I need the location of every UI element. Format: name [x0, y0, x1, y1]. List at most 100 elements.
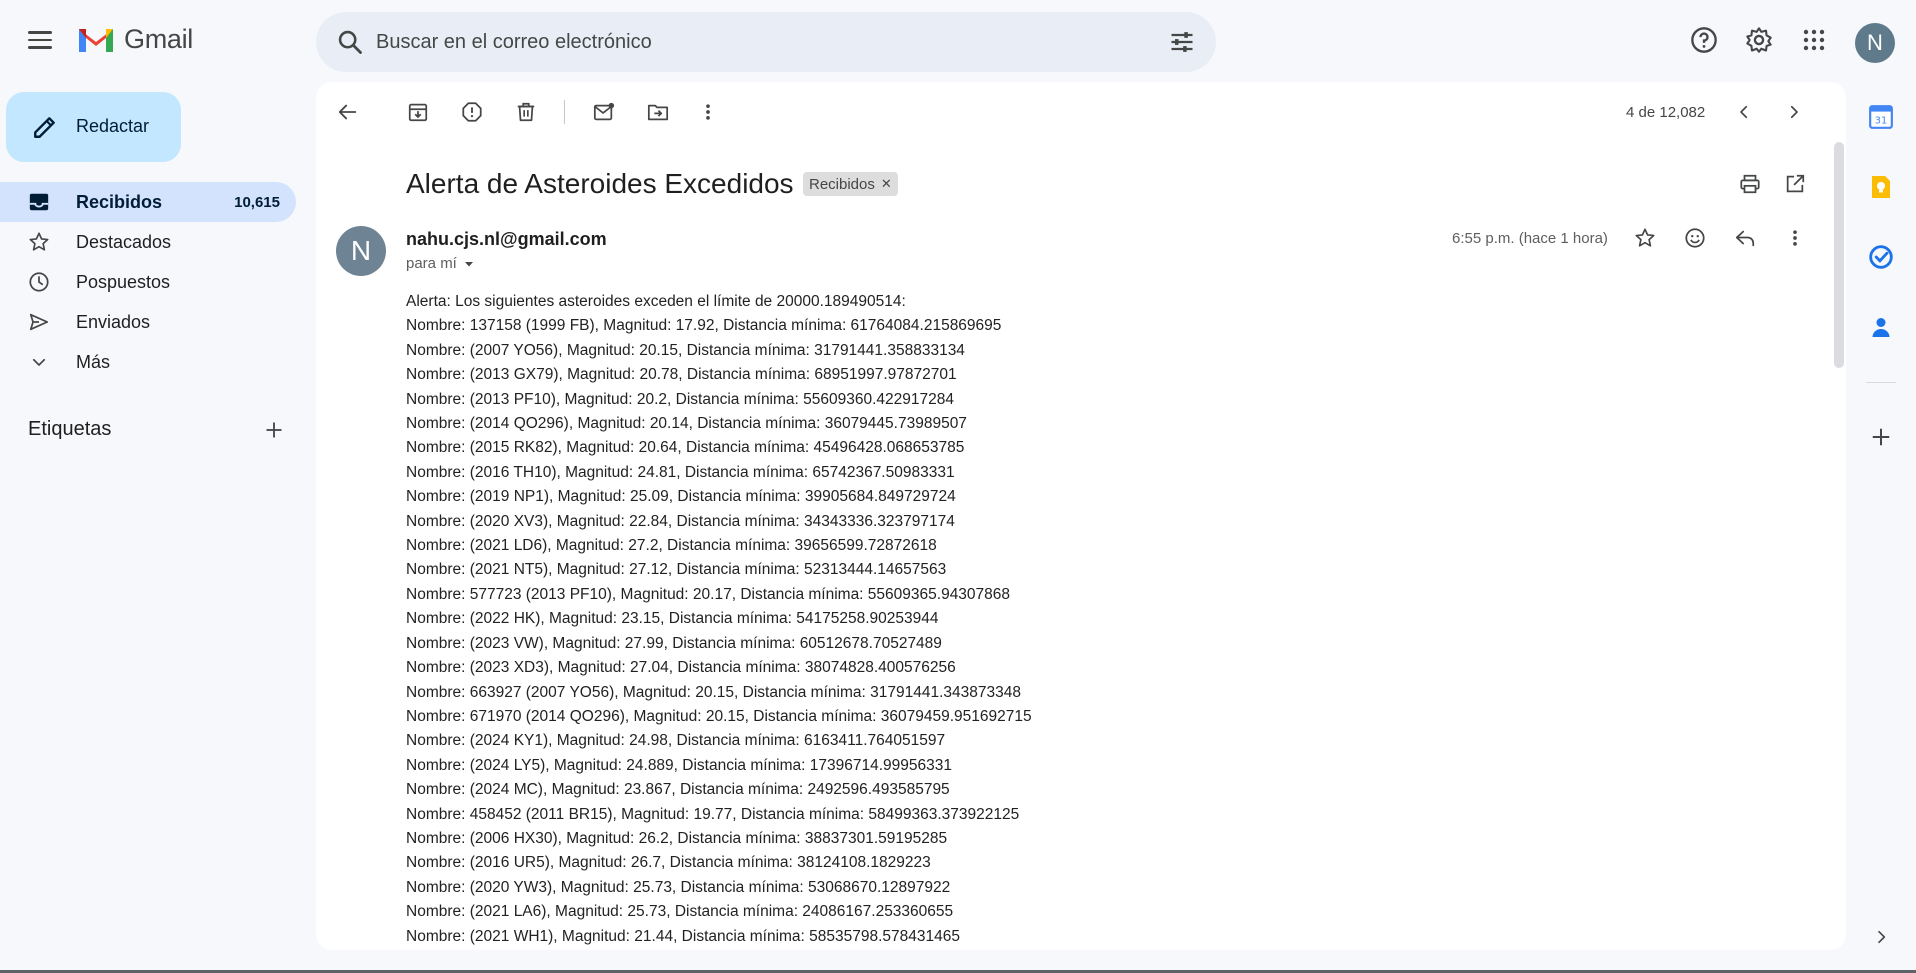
- expand-side-panel-chevron-icon[interactable]: [1866, 922, 1896, 952]
- pencil-icon: [34, 117, 55, 138]
- sidebar-item-more[interactable]: Más: [0, 342, 296, 382]
- asteroid-entry-line: Nombre: 577723 (2013 PF10), Magnitud: 20…: [406, 585, 1011, 603]
- send-icon: [28, 311, 50, 333]
- asteroid-entry-line: Nombre: (2014 QO296), Magnitud: 20.14, D…: [406, 415, 967, 433]
- emoji-reaction-icon[interactable]: [1677, 220, 1713, 256]
- asteroid-entry-line: Nombre: (2021 NT5), Magnitud: 27.12, Dis…: [406, 561, 947, 579]
- sidebar-item-inbox[interactable]: Recibidos 10,615: [0, 182, 296, 222]
- asteroid-entry-line: Nombre: (2020 YW3), Magnitud: 25.73, Dis…: [406, 878, 951, 896]
- open-new-window-icon[interactable]: [1777, 166, 1813, 202]
- main-menu-button[interactable]: [22, 22, 58, 58]
- email-subject: Alerta de Asteroides Excedidos: [406, 168, 794, 199]
- asteroid-entry-line: Nombre: (2021 WH1), Magnitud: 21.44, Dis…: [406, 927, 961, 945]
- apps-grid-icon[interactable]: [1796, 22, 1832, 58]
- asteroid-entry-line: Nombre: (2015 RK82), Magnitud: 20.64, Di…: [406, 439, 965, 457]
- archive-icon[interactable]: [400, 94, 436, 130]
- gmail-m-icon: [79, 28, 113, 52]
- asteroid-entry-line: Nombre: (2019 NP1), Magnitud: 25.09, Dis…: [406, 488, 956, 506]
- email-timestamp: 6:55 p.m. (hace 1 hora): [1452, 230, 1608, 247]
- chevron-down-icon: [28, 351, 50, 373]
- asteroid-entry-line: Nombre: (2021 LA6), Magnitud: 25.73, Dis…: [406, 903, 954, 921]
- contacts-icon[interactable]: [1866, 312, 1896, 342]
- search-options-icon[interactable]: [1168, 28, 1196, 56]
- add-label-icon[interactable]: [260, 416, 288, 444]
- search-bar[interactable]: [316, 12, 1216, 72]
- newer-chevron-left-icon[interactable]: [1726, 94, 1762, 130]
- compose-label: Redactar: [76, 116, 150, 136]
- recipient-label: para mí: [406, 255, 457, 272]
- settings-gear-icon[interactable]: [1741, 22, 1777, 58]
- search-icon[interactable]: [336, 28, 364, 56]
- message-more-options-icon[interactable]: [1777, 220, 1813, 256]
- asteroid-entry-line: Nombre: (2023 VW), Magnitud: 27.99, Dist…: [406, 634, 942, 652]
- sidebar-item-label: Destacados: [76, 232, 172, 252]
- asteroid-entry-line: Nombre: 663927 (2007 YO56), Magnitud: 20…: [406, 683, 1021, 701]
- calendar-icon[interactable]: 31: [1866, 102, 1896, 132]
- star-icon: [28, 231, 50, 253]
- message-view: 4 de 12,082 Alerta de Asteroides Excedid…: [316, 82, 1846, 950]
- print-icon[interactable]: [1732, 166, 1768, 202]
- menu-line: [28, 38, 52, 42]
- top-bar: Gmail N: [0, 0, 1916, 82]
- asteroid-entry-line: Nombre: (2016 UR5), Magnitud: 26.7, Dist…: [406, 854, 931, 872]
- older-chevron-right-icon[interactable]: [1776, 94, 1812, 130]
- label-chip-text: Recibidos: [809, 175, 875, 193]
- asteroid-entry-line: Nombre: 137158 (1999 FB), Magnitud: 17.9…: [406, 317, 1002, 335]
- star-message-icon[interactable]: [1627, 220, 1663, 256]
- labels-heading: Etiquetas: [28, 418, 112, 440]
- menu-line: [28, 46, 52, 49]
- asteroid-entry-line: Nombre: 458452 (2011 BR15), Magnitud: 19…: [406, 805, 1020, 823]
- compose-button[interactable]: Redactar: [6, 92, 181, 162]
- asteroid-entry-line: Nombre: (2013 GX79), Magnitud: 20.78, Di…: [406, 366, 957, 384]
- sender-email[interactable]: nahu.cjs.nl@gmail.com: [406, 229, 607, 250]
- asteroid-entry-line: Nombre: (2024 LY5), Magnitud: 24.889, Di…: [406, 756, 953, 774]
- account-avatar[interactable]: N: [1855, 23, 1895, 63]
- side-panel-divider: [1866, 382, 1896, 383]
- sidebar-item-label: Pospuestos: [76, 272, 171, 292]
- help-icon[interactable]: [1686, 22, 1722, 58]
- sidebar-item-label: Recibidos: [76, 192, 163, 212]
- inbox-icon: [28, 191, 50, 213]
- asteroid-entry-line: Nombre: (2013 PF10), Magnitud: 20.2, Dis…: [406, 390, 955, 408]
- caret-down-icon: [464, 261, 473, 266]
- toolbar-divider: [564, 100, 565, 124]
- search-input[interactable]: [376, 22, 1116, 62]
- asteroid-entry-line: Nombre: (2023 XD3), Magnitud: 27.04, Dis…: [406, 659, 956, 677]
- report-spam-icon[interactable]: [454, 94, 490, 130]
- back-arrow-icon[interactable]: [330, 94, 366, 130]
- reply-icon[interactable]: [1727, 220, 1763, 256]
- mark-unread-icon[interactable]: [586, 94, 622, 130]
- asteroid-entry-line: Nombre: (2020 XV3), Magnitud: 22.84, Dis…: [406, 512, 955, 530]
- sidebar-item-starred[interactable]: Destacados: [0, 222, 296, 262]
- sidebar-item-label: Más: [76, 352, 111, 372]
- gmail-logo[interactable]: Gmail: [76, 24, 193, 55]
- asteroid-entry-line: Nombre: (2007 YO56), Magnitud: 20.15, Di…: [406, 341, 965, 359]
- remove-label-icon[interactable]: ✕: [881, 176, 892, 192]
- sidebar-item-snoozed[interactable]: Pospuestos: [0, 262, 296, 302]
- unread-count: 10,615: [234, 194, 280, 211]
- more-options-icon[interactable]: [690, 94, 726, 130]
- keep-notes-icon[interactable]: [1866, 172, 1896, 202]
- asteroid-entry-line: Nombre: (2024 MC), Magnitud: 23.867, Dis…: [406, 781, 950, 799]
- app-name: Gmail: [124, 24, 194, 54]
- scrollbar-thumb[interactable]: [1834, 142, 1844, 368]
- sidebar-item-sent[interactable]: Enviados: [0, 302, 296, 342]
- label-chip[interactable]: Recibidos ✕: [803, 172, 898, 196]
- tasks-icon[interactable]: [1866, 242, 1896, 272]
- asteroid-entry-line: Nombre: (2016 TH10), Magnitud: 24.81, Di…: [406, 463, 955, 481]
- asteroid-entry-line: Nombre: (2006 HX30), Magnitud: 26.2, Dis…: [406, 829, 948, 847]
- sidebar-item-label: Enviados: [76, 312, 151, 332]
- pagination-info: 4 de 12,082: [1626, 104, 1706, 121]
- asteroid-entry-line: Nombre: (2022 HK), Magnitud: 23.15, Dist…: [406, 610, 939, 628]
- asteroid-entry-line: Nombre: (2024 KY1), Magnitud: 24.98, Dis…: [406, 732, 946, 750]
- sender-avatar[interactable]: N: [336, 226, 386, 276]
- add-addon-icon[interactable]: [1866, 422, 1896, 452]
- email-body: Alerta: Los siguientes asteroides excede…: [406, 290, 1506, 949]
- clock-icon: [28, 271, 50, 293]
- recipient-details-toggle[interactable]: para mí: [406, 255, 475, 272]
- menu-line: [28, 31, 52, 34]
- trash-icon[interactable]: [508, 94, 544, 130]
- alert-intro-line: Alerta: Los siguientes asteroides excede…: [406, 293, 906, 310]
- asteroid-entry-line: Nombre: 671970 (2014 QO296), Magnitud: 2…: [406, 707, 1032, 725]
- move-to-icon[interactable]: [640, 94, 676, 130]
